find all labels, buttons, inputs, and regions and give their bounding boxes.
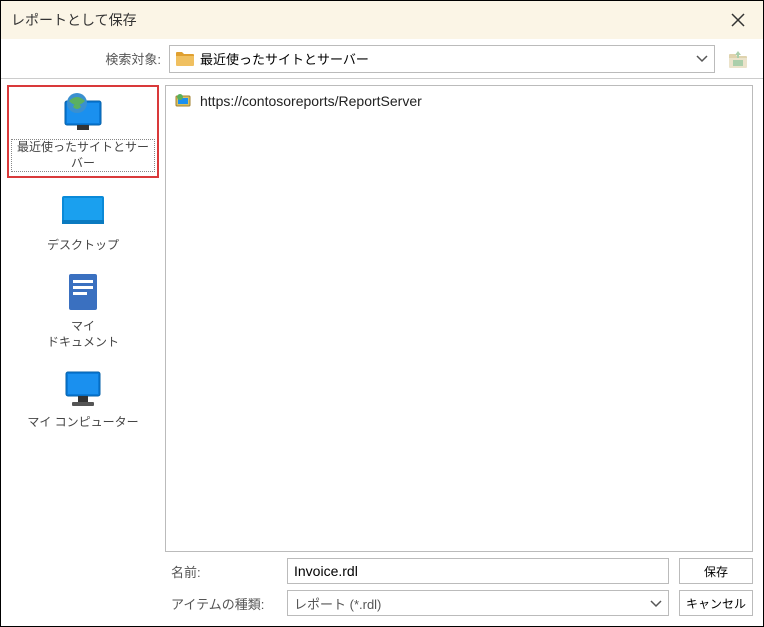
file-list[interactable]: https://contosoreports/ReportServer bbox=[165, 85, 753, 552]
desktop-icon bbox=[60, 194, 106, 230]
titlebar: レポートとして保存 bbox=[1, 1, 763, 39]
file-item-text: https://contosoreports/ReportServer bbox=[200, 93, 422, 109]
main-panel: https://contosoreports/ReportServer 名前: … bbox=[165, 79, 763, 626]
places-bar: 最近使ったサイトとサーバー デスクトップ bbox=[1, 79, 165, 626]
type-row: アイテムの種類: レポート (*.rdl) キャンセル bbox=[165, 590, 753, 616]
type-value: レポート (*.rdl) bbox=[294, 594, 381, 613]
up-folder-icon bbox=[727, 49, 749, 69]
document-icon bbox=[65, 272, 101, 312]
place-label: 最近使ったサイトとサーバー bbox=[11, 139, 155, 172]
place-label: マイ コンピューター bbox=[27, 415, 138, 431]
name-row: 名前: 保存 bbox=[165, 558, 753, 584]
place-desktop[interactable]: デスクトップ bbox=[7, 186, 159, 258]
server-icon bbox=[174, 92, 192, 110]
item-type-select[interactable]: レポート (*.rdl) bbox=[287, 590, 669, 616]
location-text: 最近使ったサイトとサーバー bbox=[200, 49, 369, 68]
place-label-line2: ドキュメント bbox=[47, 335, 119, 349]
globe-monitor-icon bbox=[59, 91, 107, 135]
place-my-documents[interactable]: マイ ドキュメント bbox=[7, 266, 159, 355]
up-one-level-button[interactable] bbox=[723, 45, 753, 73]
type-label: アイテムの種類: bbox=[165, 594, 277, 613]
computer-icon bbox=[60, 368, 106, 410]
name-label: 名前: bbox=[165, 562, 277, 581]
chevron-down-icon bbox=[696, 51, 708, 66]
toolbar: 検索対象: 最近使ったサイトとサーバー bbox=[1, 39, 763, 79]
place-my-computer[interactable]: マイ コンピューター bbox=[7, 363, 159, 435]
place-label: デスクトップ bbox=[47, 238, 119, 254]
place-label-line1: マイ bbox=[71, 319, 95, 333]
filename-input[interactable] bbox=[287, 558, 669, 584]
folder-icon bbox=[176, 51, 194, 67]
dialog-title: レポートとして保存 bbox=[11, 10, 723, 30]
close-button[interactable] bbox=[723, 5, 753, 35]
dialog-body: 最近使ったサイトとサーバー デスクトップ bbox=[1, 79, 763, 626]
cancel-button[interactable]: キャンセル bbox=[679, 590, 753, 616]
save-as-report-dialog: レポートとして保存 検索対象: 最近使ったサイトとサーバー bbox=[0, 0, 764, 627]
search-target-label: 検索対象: bbox=[1, 49, 161, 68]
file-list-item[interactable]: https://contosoreports/ReportServer bbox=[170, 90, 748, 112]
place-recent-sites-servers[interactable]: 最近使ったサイトとサーバー bbox=[7, 85, 159, 178]
location-dropdown[interactable]: 最近使ったサイトとサーバー bbox=[169, 45, 715, 73]
chevron-down-icon bbox=[650, 596, 662, 611]
close-icon bbox=[731, 13, 745, 27]
save-button[interactable]: 保存 bbox=[679, 558, 753, 584]
